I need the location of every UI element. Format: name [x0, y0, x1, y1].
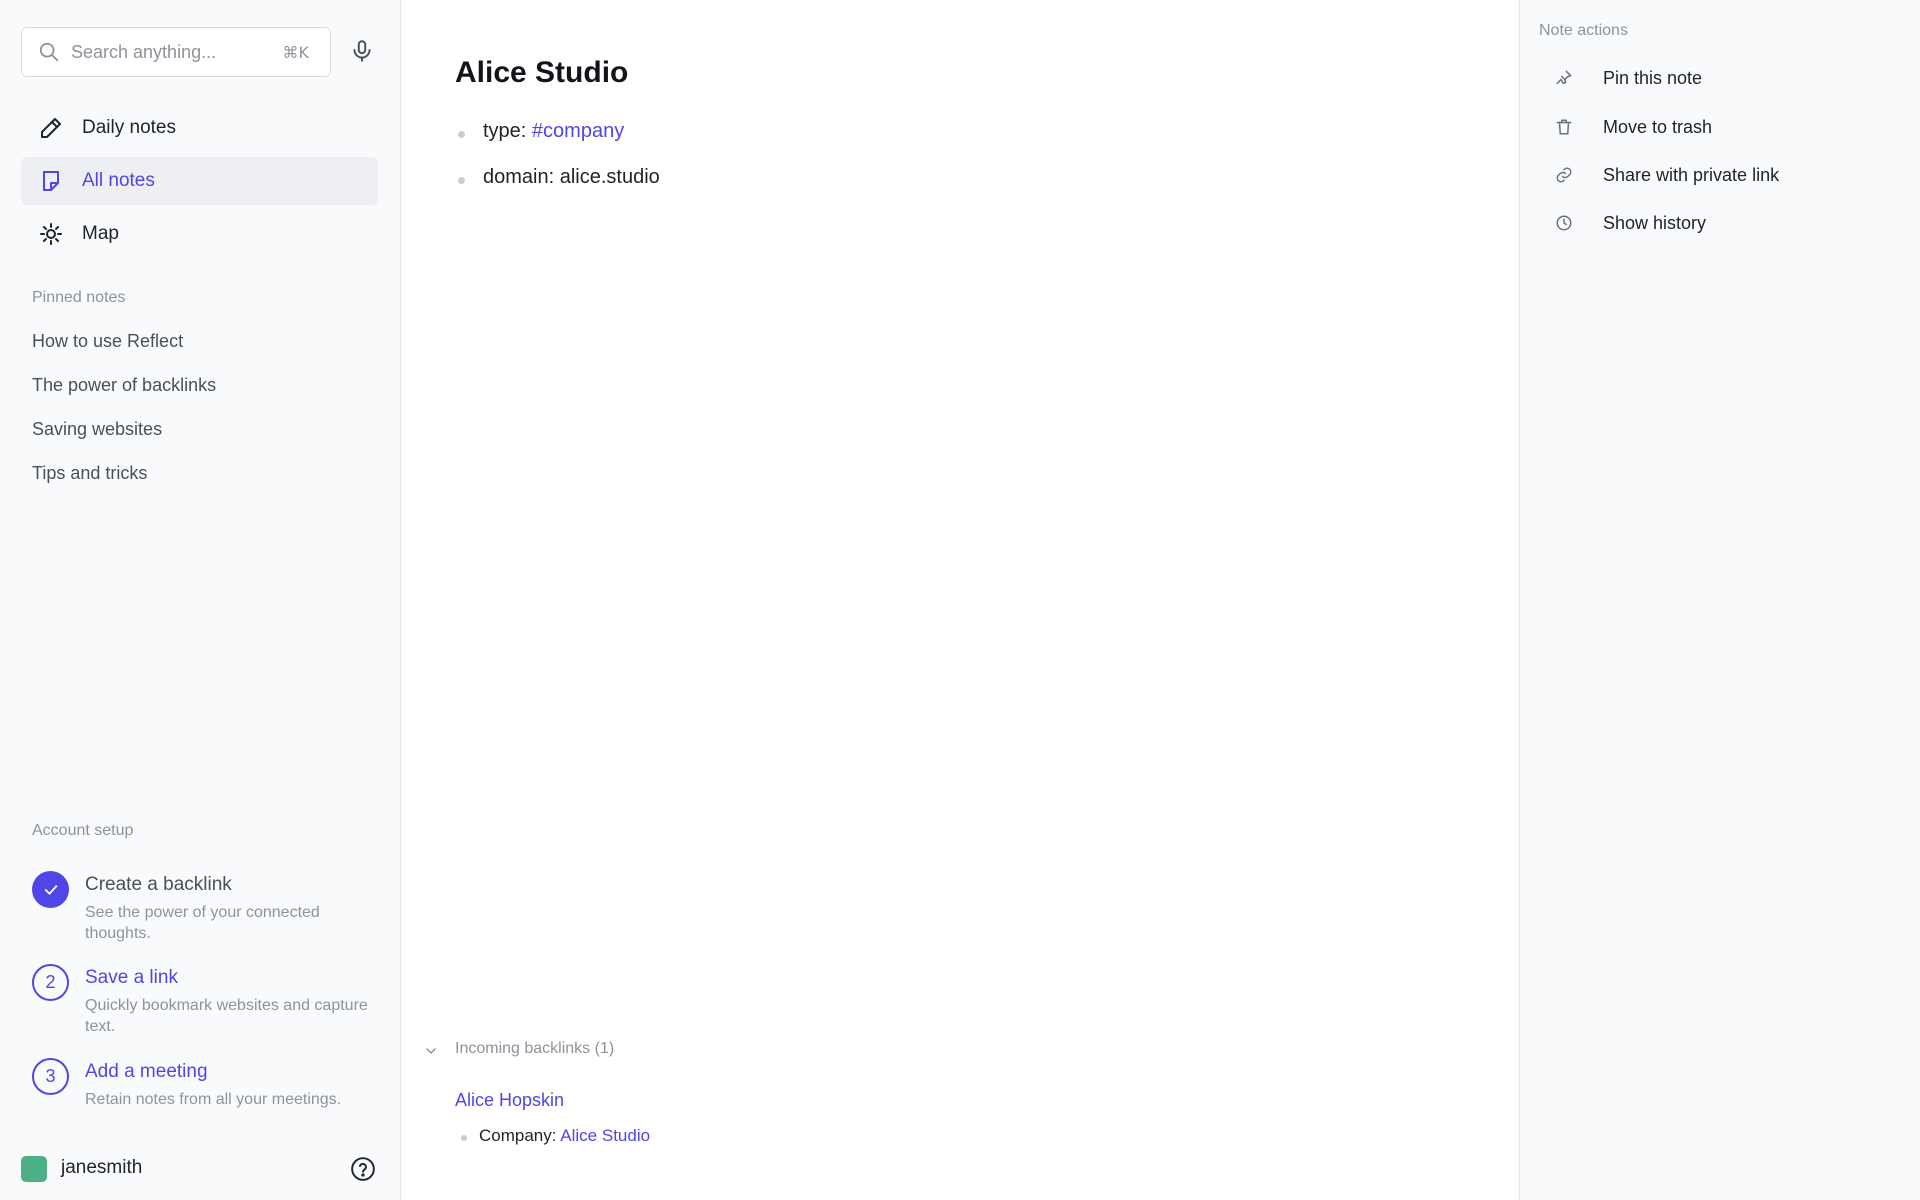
nav-daily-notes[interactable]: Daily notes [21, 104, 378, 152]
sun-icon [40, 223, 62, 245]
search-placeholder: Search anything... [71, 42, 217, 62]
setup-step-description: Quickly bookmark websites and capture te… [85, 997, 368, 1035]
pinned-note-item[interactable]: The power of backlinks [32, 375, 216, 396]
bullet-text: type: #company [483, 120, 624, 143]
nav-label: Map [82, 223, 119, 244]
backlink-note-title[interactable]: Alice Hopskin [455, 1090, 564, 1111]
user-row: janesmith [21, 1155, 381, 1182]
avatar[interactable] [21, 1156, 47, 1182]
nav-map[interactable]: Map [21, 210, 378, 258]
clock-icon [1556, 215, 1572, 231]
pin-icon [1556, 70, 1572, 84]
step-number-badge: 2 [32, 964, 69, 1001]
tag-link[interactable]: #company [532, 120, 624, 142]
pinned-note-item[interactable]: Tips and tricks [32, 463, 147, 484]
note-editor: Alice Studio type: #company domain: alic… [401, 0, 1519, 1200]
bullet-dot [458, 177, 465, 184]
show-history-button[interactable]: Show history [1539, 204, 1899, 244]
setup-step-title: Create a backlink [85, 874, 232, 895]
pinned-notes-heading: Pinned notes [32, 289, 126, 306]
account-setup-heading: Account setup [32, 822, 134, 839]
pinned-note-item[interactable]: Saving websites [32, 419, 162, 440]
move-to-trash-button[interactable]: Move to trash [1539, 108, 1899, 148]
search-input[interactable]: Search anything... ⌘K [21, 27, 331, 77]
pencil-icon [41, 118, 61, 138]
action-label: Share with private link [1603, 165, 1780, 185]
chevron-down-icon [426, 1048, 436, 1054]
microphone-icon[interactable] [349, 38, 375, 64]
search-shortcut: ⌘K [282, 43, 310, 62]
trash-icon [1556, 119, 1572, 135]
bullet-value: alice.studio [559, 166, 660, 188]
setup-step-description: See the power of your connected thoughts… [85, 904, 320, 942]
nav-all-notes[interactable]: All notes [21, 157, 378, 205]
nav-label: All notes [82, 170, 155, 191]
action-label: Move to trash [1603, 117, 1713, 137]
search-icon [39, 42, 59, 62]
setup-step-title[interactable]: Save a link [85, 967, 178, 989]
bullet-text: domain: alice.studio [483, 166, 660, 189]
bullet-dot [461, 1135, 467, 1141]
help-icon[interactable] [350, 1156, 376, 1182]
setup-step-description: Retain notes from all your meetings. [85, 1091, 342, 1108]
backlink-mention[interactable]: Alice Studio [560, 1126, 650, 1145]
setup-step-title[interactable]: Add a meeting [85, 1061, 208, 1083]
backlinks-header-label: Incoming backlinks (1) [455, 1040, 615, 1057]
left-sidebar: Search anything... ⌘K Daily notes All no… [0, 0, 401, 1200]
share-private-link-button[interactable]: Share with private link [1539, 156, 1899, 196]
username[interactable]: janesmith [61, 1157, 142, 1179]
check-icon [32, 871, 69, 908]
nav-label: Daily notes [82, 117, 176, 138]
note-actions-panel: Note actions Pin this note Move to trash… [1519, 0, 1920, 1200]
bullet-key: type: [483, 120, 527, 142]
link-icon [1556, 167, 1572, 183]
backlink-key: Company: [479, 1126, 557, 1145]
note-title[interactable]: Alice Studio [455, 56, 628, 90]
action-label: Show history [1603, 213, 1707, 233]
pinned-note-item[interactable]: How to use Reflect [32, 331, 183, 352]
step-number-badge: 3 [32, 1058, 69, 1095]
note-icon [43, 171, 59, 191]
bullet-key: domain: [483, 166, 555, 188]
note-actions-heading: Note actions [1539, 22, 1628, 39]
pin-note-button[interactable]: Pin this note [1539, 59, 1899, 99]
bullet-dot [458, 131, 465, 138]
action-label: Pin this note [1603, 68, 1703, 88]
backlink-text: Company: Alice Studio [479, 1126, 650, 1146]
